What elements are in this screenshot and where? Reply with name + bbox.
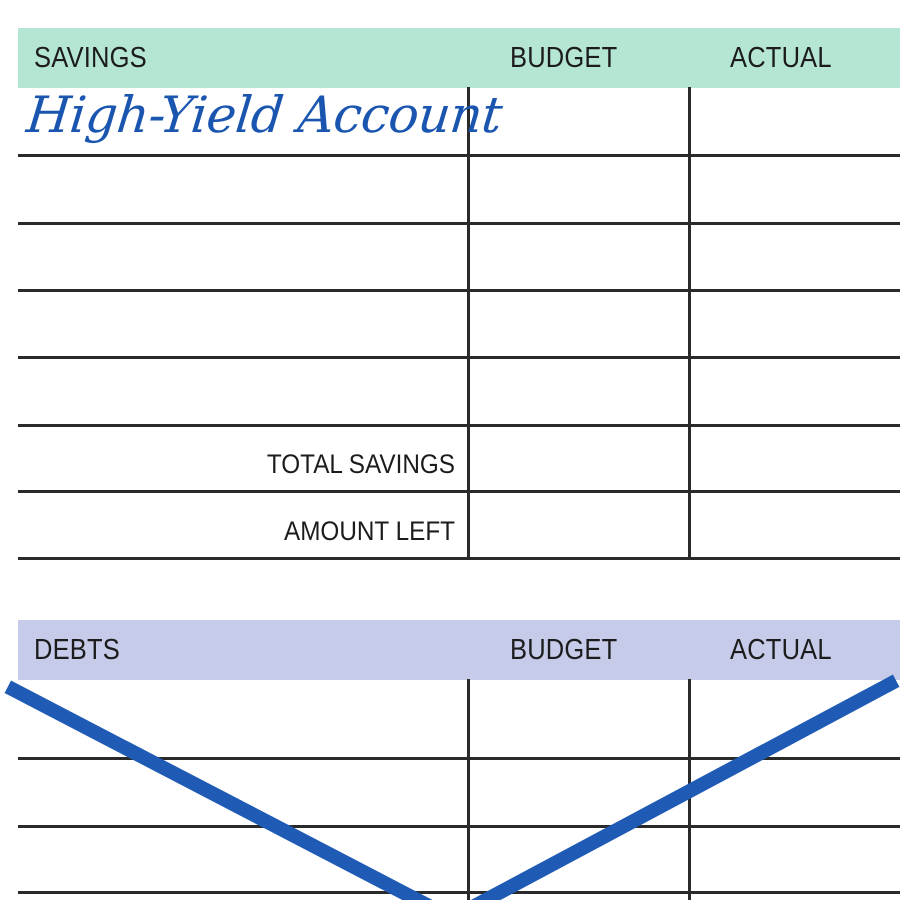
savings-entry-name-cell[interactable] (18, 225, 467, 289)
savings-cell-actual[interactable] (691, 157, 900, 222)
debts-header-actual: ACTUAL (730, 634, 832, 666)
savings-table-bottom (467, 557, 900, 560)
budget-worksheet: SAVINGS BUDGET ACTUAL High-Yield Account… (0, 0, 900, 900)
total-savings-label: TOTAL SAVINGS (266, 449, 455, 479)
debts-cell-actual[interactable] (691, 682, 900, 757)
debts-header-budget: BUDGET (510, 634, 618, 666)
savings-header-actual: ACTUAL (730, 42, 832, 74)
debts-entry-name-cell[interactable] (18, 760, 467, 825)
savings-cell-budget[interactable] (470, 225, 688, 289)
debts-cell-budget[interactable] (470, 760, 688, 825)
total-savings-budget-cell[interactable] (470, 427, 688, 490)
savings-header-category: SAVINGS (34, 42, 147, 74)
savings-table-header: SAVINGS BUDGET ACTUAL (18, 28, 900, 88)
debts-cell-budget[interactable] (470, 682, 688, 757)
savings-cell-budget[interactable] (470, 157, 688, 222)
debts-entry-name-cell[interactable] (18, 682, 467, 757)
savings-entry-handwritten-name: High-Yield Account (24, 86, 505, 144)
savings-cell-budget[interactable] (470, 359, 688, 424)
debts-row-divider (18, 891, 900, 894)
savings-cell-actual[interactable] (691, 90, 900, 154)
savings-entry-name-cell[interactable] (18, 359, 467, 424)
savings-header-budget: BUDGET (510, 42, 618, 74)
savings-entry-name-cell[interactable] (18, 292, 467, 356)
savings-entry-name-cell[interactable] (18, 157, 467, 222)
total-savings-actual-cell[interactable] (691, 427, 900, 490)
savings-cell-budget[interactable] (470, 292, 688, 356)
debts-cell-budget[interactable] (470, 828, 688, 891)
debts-header-category: DEBTS (34, 634, 120, 666)
savings-cell-actual[interactable] (691, 359, 900, 424)
debts-entry-name-cell[interactable] (18, 828, 467, 891)
amount-left-actual-cell[interactable] (691, 493, 900, 557)
debts-table-header: DEBTS BUDGET ACTUAL (18, 620, 900, 680)
savings-cell-actual[interactable] (691, 225, 900, 289)
amount-left-label: AMOUNT LEFT (283, 516, 455, 546)
debts-cell-actual[interactable] (691, 760, 900, 825)
amount-left-budget-cell[interactable] (470, 493, 688, 557)
debts-cell-actual[interactable] (691, 828, 900, 891)
savings-cell-actual[interactable] (691, 292, 900, 356)
